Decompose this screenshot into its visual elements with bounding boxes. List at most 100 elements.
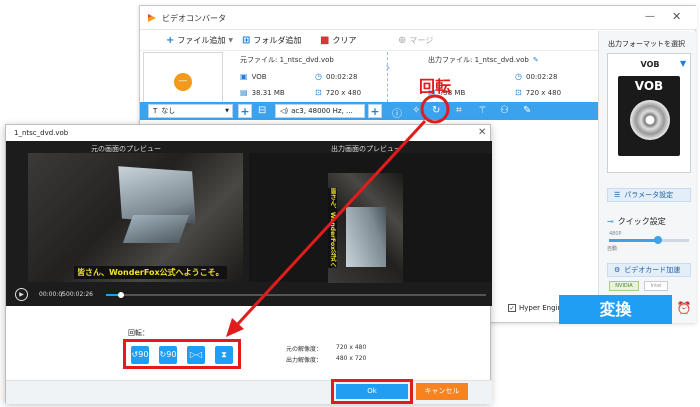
slider-handle[interactable] bbox=[654, 236, 662, 244]
chevron-down-icon: ▼ bbox=[228, 37, 234, 44]
video-content bbox=[122, 215, 190, 243]
video-content bbox=[346, 207, 386, 267]
clear-label: クリア bbox=[332, 36, 357, 45]
gpu-icon: ⚙ bbox=[614, 266, 621, 274]
clock-icon: ◷ bbox=[515, 72, 522, 81]
slider-fill bbox=[609, 239, 659, 242]
chevron-down-icon: ▼ bbox=[680, 59, 687, 68]
source-format-value: VOB bbox=[251, 72, 267, 81]
quick-settings-text: クイック設定 bbox=[617, 217, 666, 226]
app-title: ビデオコンバータ bbox=[162, 14, 226, 23]
add-folder-button[interactable]: ⊞ フォルダ追加 bbox=[242, 35, 301, 46]
trash-icon: ■ bbox=[320, 35, 330, 46]
rotate-callout-label: 回転 bbox=[419, 77, 452, 96]
size-icon: ▤ bbox=[240, 88, 248, 97]
rotate-left-button[interactable]: ↺90 bbox=[131, 346, 149, 364]
source-resolution-value: 720 x 480 bbox=[325, 88, 362, 97]
merge-button[interactable]: ⊕ マージ bbox=[398, 35, 433, 46]
add-subtitle-button[interactable]: + bbox=[238, 104, 252, 118]
source-resolution-label: 元の解像度： bbox=[286, 346, 323, 353]
sliders-icon: ☰ bbox=[614, 191, 621, 199]
gpu-acceleration-label: ビデオカード加速 bbox=[624, 266, 681, 274]
output-resolution: ⊡ 720 x 480 bbox=[515, 88, 561, 97]
play-button[interactable]: ▶ bbox=[15, 288, 28, 301]
video-thumbnail[interactable]: — bbox=[143, 52, 223, 108]
edit-icon[interactable]: ✎ bbox=[523, 105, 531, 116]
arrow-right-icon: › bbox=[385, 60, 391, 76]
edit-pencil-icon[interactable]: ✎ bbox=[533, 56, 539, 64]
format-icon: ▣ bbox=[240, 72, 248, 81]
source-size-value: 38.31 MB bbox=[251, 88, 285, 97]
slider-preset-label: 480P bbox=[609, 231, 622, 237]
rotate-right-button[interactable]: ↻90 bbox=[159, 346, 177, 364]
window-close-button[interactable]: ✕ bbox=[672, 10, 681, 23]
rotate-buttons-highlight: ↺90 ↻90 ▷◁ ⧗ bbox=[123, 339, 241, 369]
source-file-name: 元ファイル: 1_ntsc_dvd.vob bbox=[240, 56, 334, 64]
app-logo-icon bbox=[148, 14, 156, 22]
vob-format-icon: VOB bbox=[618, 76, 680, 156]
folder-plus-icon: ⊞ bbox=[242, 35, 251, 46]
output-format-selector[interactable]: VOB ▼ VOB bbox=[607, 53, 691, 173]
rotated-video-caption: 皆さん、WonderFox公式へようこそ。 bbox=[328, 188, 337, 268]
edit-toolbar: T なし ▼ + ⊟ ◁) ac3, 48000 Hz, ... + ⓘ ✧ ↻… bbox=[140, 102, 598, 120]
crop-icon[interactable]: ⌗ bbox=[456, 105, 462, 116]
nvidia-badge: NVIDIA bbox=[609, 281, 639, 291]
chevron-down-icon: ▼ bbox=[225, 108, 229, 114]
subtitle-icon[interactable]: ⊟ bbox=[258, 105, 266, 116]
info-icon[interactable]: ⓘ bbox=[392, 105, 402, 120]
output-settings-panel: 出力フォーマットを選択 VOB ▼ VOB ☰ パラメータ設定 ⊸ クイック設定… bbox=[598, 31, 696, 323]
dialog-close-button[interactable]: ✕ bbox=[478, 127, 486, 138]
minimize-button[interactable]: — bbox=[645, 11, 655, 22]
checkbox-checked-icon: ✓ bbox=[508, 304, 516, 312]
subtitle-value: なし bbox=[161, 107, 176, 115]
flip-horizontal-button[interactable]: ▷◁ bbox=[187, 346, 205, 364]
parameter-settings-label: パラメータ設定 bbox=[624, 191, 674, 199]
preview-area: 元の画面のプレビュー 出力画面のプレビュー 皆さん、WonderFox公式へよう… bbox=[6, 141, 492, 306]
thumbnail-placeholder-icon: — bbox=[174, 73, 192, 91]
source-resolution: ⊡ 720 x 480 bbox=[315, 88, 361, 97]
seek-handle[interactable] bbox=[118, 292, 125, 298]
ok-button[interactable]: Ok bbox=[336, 384, 408, 399]
output-video-content: 皆さん、WonderFox公式へようこそ。 bbox=[328, 173, 403, 283]
magic-wand-icon[interactable]: ⚚ bbox=[478, 105, 487, 116]
watermark-icon[interactable]: ⚇ bbox=[500, 105, 509, 116]
add-audio-button[interactable]: + bbox=[368, 104, 382, 118]
resolution-icon: ⊡ bbox=[315, 88, 322, 97]
seek-bar[interactable] bbox=[106, 292, 486, 298]
parameter-settings-button[interactable]: ☰ パラメータ設定 bbox=[607, 188, 691, 202]
source-size: ▤ 38.31 MB bbox=[240, 88, 285, 97]
alarm-clock-icon[interactable]: ⏰ bbox=[675, 301, 693, 319]
ok-highlight: Ok bbox=[331, 379, 413, 404]
video-caption: 皆さん、WonderFox公式へようこそ。 bbox=[74, 266, 227, 279]
audio-track-value: ac3, 48000 Hz, ... bbox=[291, 107, 353, 115]
gpu-acceleration-button[interactable]: ⚙ ビデオカード加速 bbox=[607, 263, 691, 277]
rotate-icon[interactable]: ↻ bbox=[432, 105, 440, 116]
output-duration: ◷ 00:02:28 bbox=[515, 72, 557, 81]
clock-icon: ◷ bbox=[315, 72, 322, 81]
flip-vertical-button[interactable]: ⧗ bbox=[215, 346, 233, 364]
add-file-button[interactable]: + ファイル追加 ▼ bbox=[166, 35, 233, 46]
output-format-label: 出力フォーマットを選択 bbox=[608, 40, 685, 48]
output-resolution-label: 出力解像度： bbox=[286, 357, 323, 364]
text-icon: T bbox=[153, 107, 158, 115]
intel-badge: Intel bbox=[644, 281, 668, 291]
source-duration: ◷ 00:02:28 bbox=[315, 72, 357, 81]
merge-icon: ⊕ bbox=[398, 35, 407, 46]
output-duration-value: 00:02:28 bbox=[525, 72, 558, 81]
time-separator: / bbox=[61, 291, 64, 298]
add-file-label: ファイル追加 bbox=[177, 36, 226, 45]
source-format: ▣ VOB bbox=[240, 72, 267, 81]
audio-track-select[interactable]: ◁) ac3, 48000 Hz, ... bbox=[275, 104, 365, 118]
hyper-engine-checkbox[interactable]: ✓ Hyper Engine bbox=[508, 304, 566, 312]
output-resolution-value: 480 x 720 bbox=[336, 355, 367, 362]
cancel-button[interactable]: キャンセル bbox=[416, 383, 468, 400]
source-resolution-value: 720 x 480 bbox=[336, 344, 367, 351]
source-video-frame: 皆さん、WonderFox公式へようこそ。 bbox=[28, 153, 243, 282]
convert-button[interactable]: 変換 bbox=[559, 295, 672, 324]
effects-icon[interactable]: ✧ bbox=[412, 105, 420, 116]
output-resolution-value: 720 x 480 bbox=[525, 88, 562, 97]
dialog-title: 1_ntsc_dvd.vob bbox=[14, 129, 69, 137]
subtitle-select[interactable]: T なし ▼ bbox=[148, 104, 233, 118]
quality-slider[interactable] bbox=[609, 236, 689, 244]
clear-button[interactable]: ■ クリア bbox=[320, 35, 356, 46]
